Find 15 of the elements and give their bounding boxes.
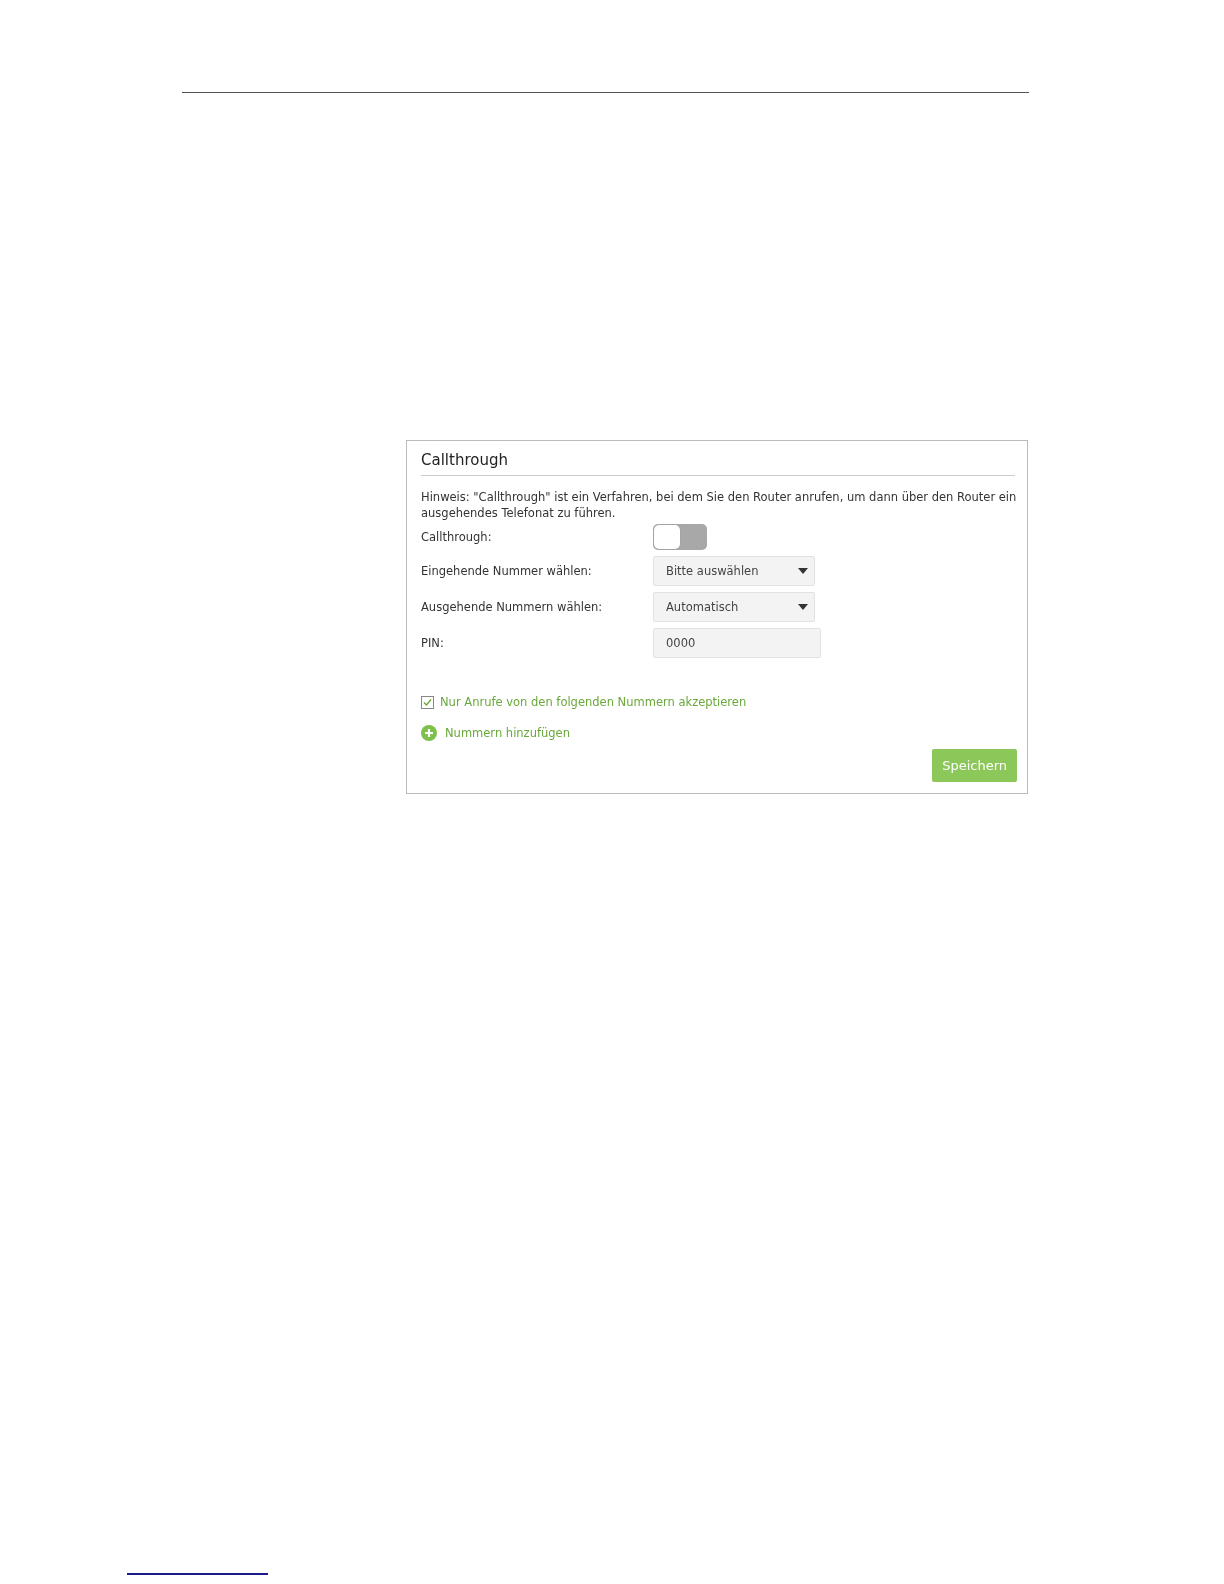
dropdown[interactable]: Bitte auswählen [653, 556, 815, 586]
check-icon [423, 697, 432, 707]
pin-field[interactable]: 0000 [653, 628, 821, 658]
caret-icon [798, 568, 808, 574]
plus-icon [421, 725, 437, 741]
field-label: Eingehende Nummer wählen: [421, 564, 593, 578]
hint-text: Hinweis: "Callthrough" ist ein Verfahren, bei dem Sie den Router anrufen, um dann über den Router ein ausgehendes Telefonat zu führen. [421, 489, 1018, 521]
panel-title: Callthrough [421, 451, 1015, 476]
field-label: Callthrough: [421, 530, 493, 544]
toggle-switch[interactable] [653, 524, 707, 550]
field-label: Ausgehende Nummern wählen: [421, 600, 604, 614]
field-label: PIN: [421, 636, 445, 650]
caret-icon [798, 604, 808, 610]
checkbox[interactable] [421, 695, 434, 709]
dropdown[interactable]: Automatisch [653, 592, 815, 622]
